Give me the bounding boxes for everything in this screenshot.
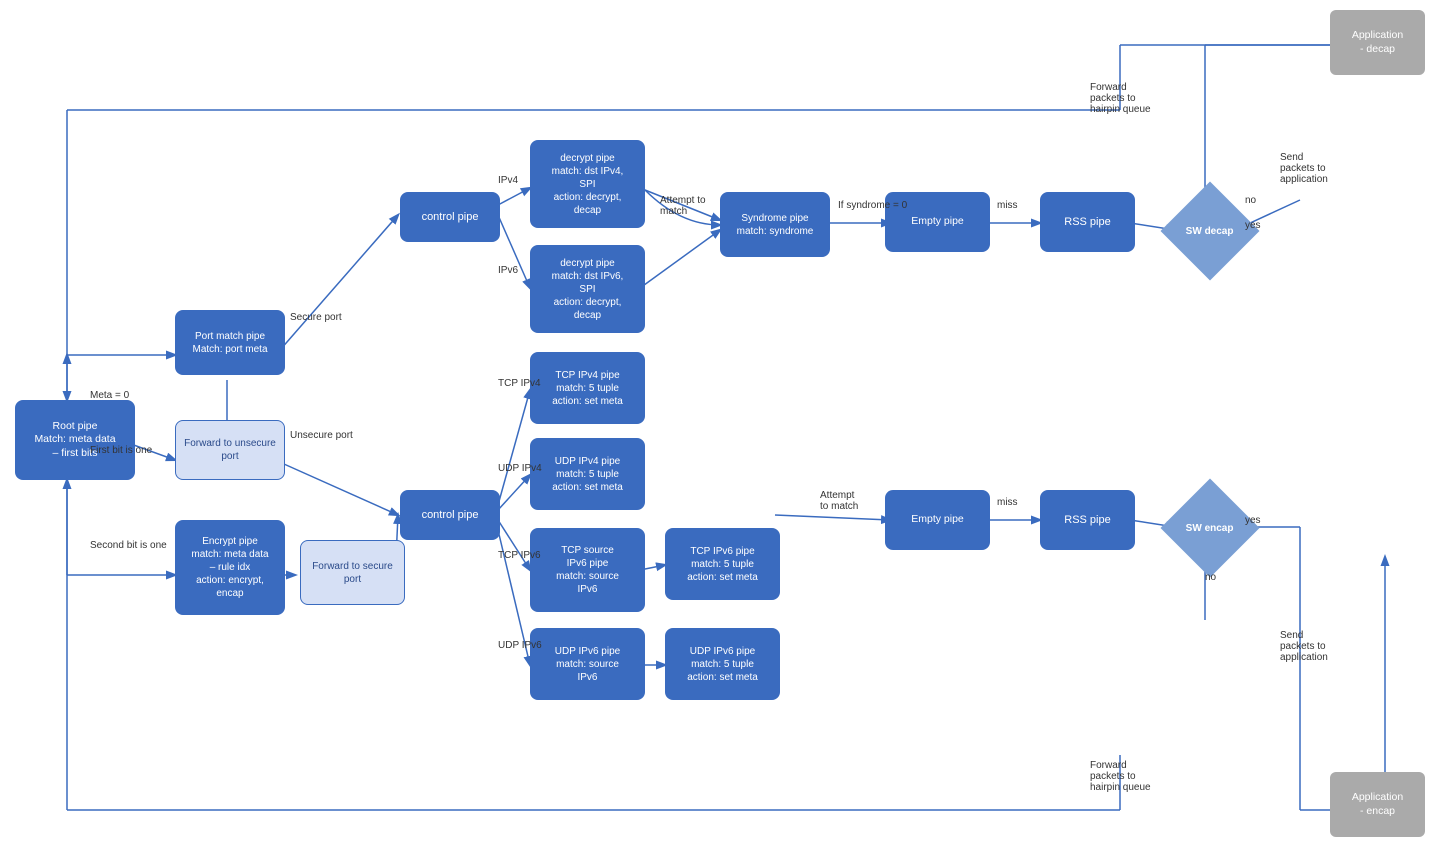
udp-ipv6-left: UDP IPv6 pipe match: source IPv6 [530,628,645,700]
label-send-app-top: Send packets to application [1280,152,1328,185]
label-no-bottom: no [1205,572,1216,583]
control-pipe-bottom: control pipe [400,490,500,540]
tcp-ipv4-pipe: TCP IPv4 pipe match: 5 tuple action: set… [530,352,645,424]
rss-pipe-top: RSS pipe [1040,192,1135,252]
label-if-syndrome: If syndrome = 0 [838,200,907,211]
control-pipe-top: control pipe [400,192,500,242]
port-match-pipe: Port match pipe Match: port meta [175,310,285,375]
app-decap: Application - decap [1330,10,1425,75]
label-secure-port: Secure port [290,312,342,323]
label-attempt-match-top: Attempt to match [660,195,706,217]
label-miss-bottom: miss [997,497,1018,508]
empty-pipe-bottom: Empty pipe [885,490,990,550]
label-yes-top: yes [1245,220,1261,231]
label-send-app-bottom: Send packets to application [1280,630,1328,663]
label-second-bit: Second bit is one [90,540,167,551]
label-no-top: no [1245,195,1256,206]
tcp-ipv6-pipe: TCP IPv6 pipe match: 5 tuple action: set… [665,528,780,600]
label-udp-ipv4: UDP IPv4 [498,463,542,474]
label-tcp-ipv6: TCP IPv6 [498,550,541,561]
forward-secure: Forward to secure port [300,540,405,605]
udp-ipv4-pipe: UDP IPv4 pipe match: 5 tuple action: set… [530,438,645,510]
app-encap: Application - encap [1330,772,1425,837]
label-miss-top: miss [997,200,1018,211]
forward-unsecure: Forward to unsecure port [175,420,285,480]
root-pipe: Root pipe Match: meta data – first bits [15,400,135,480]
decrypt-ipv6: decrypt pipe match: dst IPv6, SPI action… [530,245,645,333]
label-yes-bottom: yes [1245,515,1261,526]
decrypt-ipv4: decrypt pipe match: dst IPv4, SPI action… [530,140,645,228]
label-ipv6: IPv6 [498,265,518,276]
label-attempt-match-bottom: Attempt to match [820,490,858,512]
syndrome-pipe: Syndrome pipe match: syndrome [720,192,830,257]
label-ipv4: IPv4 [498,175,518,186]
label-tcp-ipv4: TCP IPv4 [498,378,541,389]
tcp-source-ipv6: TCP source IPv6 pipe match: source IPv6 [530,528,645,612]
label-first-bit: First bit is one [90,445,152,456]
rss-pipe-bottom: RSS pipe [1040,490,1135,550]
encrypt-pipe: Encrypt pipe match: meta data – rule idx… [175,520,285,615]
label-udp-ipv6: UDP IPv6 [498,640,542,651]
label-fwd-hairpin-top: Forward packets to hairpin queue [1090,82,1151,115]
label-fwd-hairpin-bottom: Forward packets to hairpin queue [1090,760,1151,793]
sw-encap: SW encap [1161,479,1260,578]
udp-ipv6-right: UDP IPv6 pipe match: 5 tuple action: set… [665,628,780,700]
label-unsecure-port: Unsecure port [290,430,353,441]
diagram: Root pipe Match: meta data – first bits … [0,0,1440,864]
label-meta0: Meta = 0 [90,390,129,401]
